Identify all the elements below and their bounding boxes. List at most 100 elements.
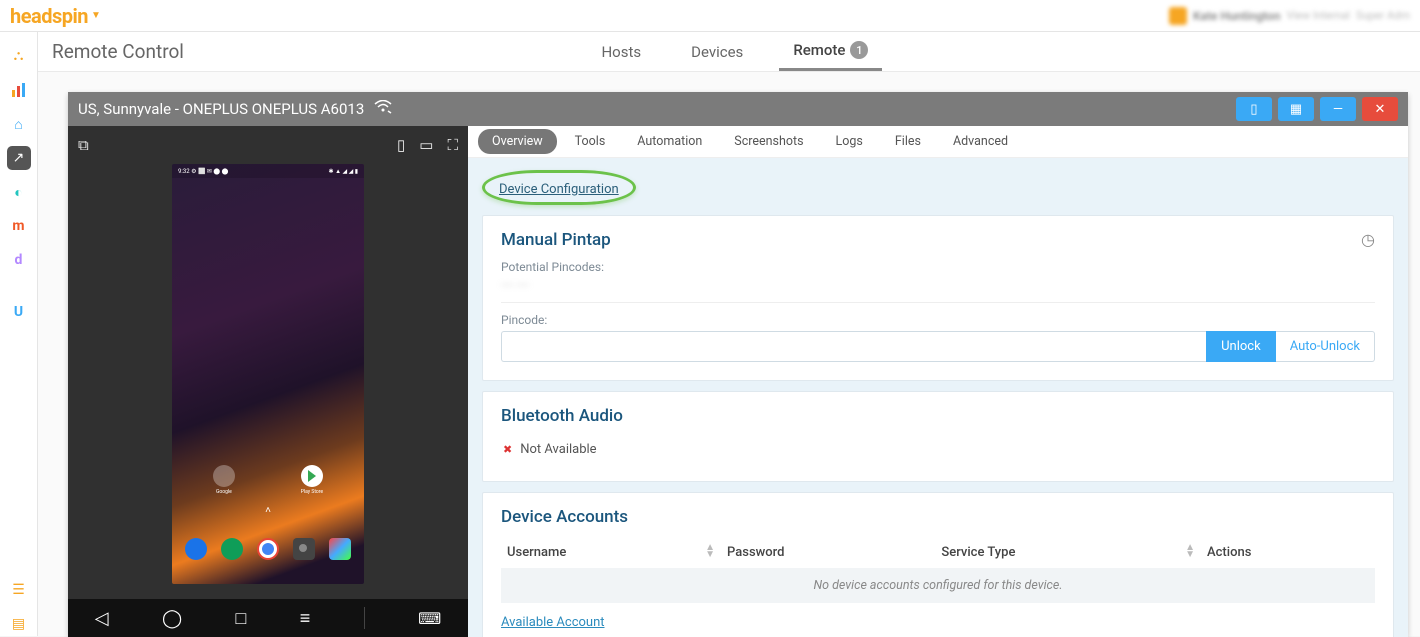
bluetooth-status: Not Available <box>520 442 596 457</box>
available-account-link[interactable]: Available Account <box>501 615 605 630</box>
manual-pintap-card: ◷ Manual Pintap Potential Pincodes: ····… <box>482 215 1394 381</box>
nav-chart-icon[interactable] <box>7 78 31 102</box>
tab-remote-label: Remote <box>793 41 845 59</box>
phone-dock <box>172 538 364 560</box>
app-playstore[interactable]: Play Store <box>301 465 323 499</box>
dock-chrome-icon[interactable] <box>257 538 279 560</box>
sort-icon: ▲▼ <box>705 544 715 558</box>
tab-hosts[interactable]: Hosts <box>587 32 655 71</box>
dock-camera-icon[interactable] <box>293 538 315 560</box>
app-playstore-label: Play Store <box>301 489 323 495</box>
close-button[interactable]: ✕ <box>1362 97 1398 121</box>
device-titlebar: US, Sunnyvale - ONEPLUS ONEPLUS A6013 ▯ … <box>68 92 1408 126</box>
tab-devices[interactable]: Devices <box>677 32 757 71</box>
nav-recents-icon[interactable]: □ <box>236 608 247 629</box>
nav-m-icon[interactable]: m <box>7 214 31 238</box>
divider <box>501 302 1375 303</box>
orientation-portrait-icon[interactable]: ▯ <box>397 136 405 154</box>
app-drawer-caret-icon[interactable]: ˄ <box>172 505 364 516</box>
sub-header: Remote Control Hosts Devices Remote 1 <box>38 32 1420 72</box>
ptab-logs[interactable]: Logs <box>822 129 877 154</box>
rotate-portrait-button[interactable]: ▯ <box>1236 97 1272 121</box>
nav-home-icon[interactable]: ⌂ <box>7 112 31 136</box>
app-google[interactable]: Google <box>213 465 235 499</box>
remote-count-badge: 1 <box>850 41 868 59</box>
ptab-overview[interactable]: Overview <box>478 129 557 154</box>
keyboard-icon[interactable]: ⌨ <box>418 609 441 628</box>
status-left-icons: ⚙ ⬜ ✉ ⬤ ⬤ <box>191 168 228 175</box>
minimize-button[interactable]: — <box>1320 97 1356 121</box>
pincode-input[interactable] <box>501 331 1206 362</box>
nav-org-icon[interactable]: ⛬ <box>7 44 31 68</box>
nav-p-icon[interactable]: ◐ <box>7 180 31 204</box>
device-config-highlight: Device Configuration <box>482 170 636 205</box>
bluetooth-disabled-icon: ✖ <box>503 443 512 456</box>
brand-menu-caret[interactable]: ▼ <box>91 10 101 21</box>
status-time: 9:32 <box>178 168 190 175</box>
dock-phone-icon[interactable] <box>185 538 207 560</box>
potential-pincodes-label: Potential Pincodes: <box>501 260 1375 274</box>
wifi-icon <box>374 100 392 118</box>
user-name: Kate Huntington <box>1193 9 1280 23</box>
nav-doc-icon[interactable]: ▤ <box>7 612 31 636</box>
user-avatar-icon <box>1169 7 1187 25</box>
info-panel: Overview Tools Automation Screenshots Lo… <box>468 126 1408 637</box>
user-menu[interactable]: Kate Huntington View Internal Super Adm <box>1169 7 1410 25</box>
device-accounts-card: Device Accounts Username▲▼ Password Serv… <box>482 492 1394 637</box>
nav-menu-icon[interactable]: ≡ <box>300 608 311 629</box>
user-extra-1: View Internal <box>1286 9 1349 22</box>
fullscreen-icon[interactable]: ⛶ <box>447 136 458 154</box>
tab-remote[interactable]: Remote 1 <box>779 32 882 71</box>
user-extra-2: Super Adm <box>1356 9 1410 22</box>
dock-gallery-icon[interactable] <box>329 538 351 560</box>
nav-d-icon[interactable]: d <box>7 248 31 272</box>
orientation-landscape-icon[interactable]: ▭ <box>419 136 433 154</box>
status-right-icons: ✱ ▲ ◢ ◢ ▮ <box>329 168 358 175</box>
ptab-automation[interactable]: Automation <box>623 129 716 154</box>
accounts-table: Username▲▼ Password Service Type▲▼ Actio… <box>501 537 1375 603</box>
ptab-tools[interactable]: Tools <box>561 129 620 154</box>
viewer-toolbar: ⧉ ▯ ▭ ⛶ <box>68 126 468 164</box>
nav-back-icon[interactable]: ◁ <box>95 608 109 629</box>
brand-logo[interactable]: headspin <box>10 4 88 28</box>
screenshot-button[interactable]: ▦ <box>1278 97 1314 121</box>
unlock-button[interactable]: Unlock <box>1206 331 1276 362</box>
phone-status-bar: 9:32 ⚙ ⬜ ✉ ⬤ ⬤ ✱ ▲ ◢ ◢ ▮ <box>172 164 364 178</box>
bluetooth-heading: Bluetooth Audio <box>501 406 1375 426</box>
top-header: headspin ▼ Kate Huntington View Internal… <box>0 0 1420 32</box>
device-title: US, Sunnyvale - ONEPLUS ONEPLUS A6013 <box>78 100 364 118</box>
nav-path-icon[interactable]: ↗ <box>7 146 31 170</box>
pincode-label: Pincode: <box>501 313 1375 327</box>
sort-icon: ▲▼ <box>1185 544 1195 558</box>
accounts-empty-row: No device accounts configured for this d… <box>501 568 1375 603</box>
top-tabs: Hosts Devices Remote 1 <box>587 32 882 71</box>
nav-u-icon[interactable]: U <box>7 300 31 324</box>
device-viewer: ⧉ ▯ ▭ ⛶ 9:32 ⚙ ⬜ ✉ ⬤ ⬤ ✱ ▲ ◢ ◢ ▮ <box>68 126 468 637</box>
nav-home-button-icon[interactable]: ◯ <box>162 608 182 629</box>
auto-unlock-button[interactable]: Auto-Unlock <box>1276 331 1375 362</box>
dock-messages-icon[interactable] <box>221 538 243 560</box>
ptab-screenshots[interactable]: Screenshots <box>720 129 817 154</box>
device-configuration-link[interactable]: Device Configuration <box>499 182 619 197</box>
device-window: US, Sunnyvale - ONEPLUS ONEPLUS A6013 ▯ … <box>68 92 1408 637</box>
device-swap-icon[interactable]: ⧉ <box>78 136 89 154</box>
col-username[interactable]: Username▲▼ <box>501 537 721 568</box>
phone-screen[interactable]: 9:32 ⚙ ⬜ ✉ ⬤ ⬤ ✱ ▲ ◢ ◢ ▮ Google Play Sto… <box>172 164 364 584</box>
app-google-label: Google <box>216 489 232 495</box>
history-icon[interactable]: ◷ <box>1361 230 1375 249</box>
nav-separator <box>364 607 365 629</box>
page-title: Remote Control <box>52 40 184 63</box>
nav-list-icon[interactable]: ☰ <box>7 578 31 602</box>
ptab-files[interactable]: Files <box>881 129 935 154</box>
android-nav-bar: ◁ ◯ □ ≡ ⌨ <box>68 599 468 637</box>
accounts-heading: Device Accounts <box>501 507 1375 527</box>
bluetooth-card: Bluetooth Audio ✖ Not Available <box>482 391 1394 482</box>
col-actions: Actions <box>1201 537 1375 568</box>
col-service[interactable]: Service Type▲▼ <box>935 537 1201 568</box>
col-password[interactable]: Password <box>721 537 935 568</box>
left-nav-rail: ⛬ ⌂ ↗ ◐ m d U ☰ ▤ <box>0 32 38 636</box>
potential-pincodes-values: ···· ···· <box>501 278 1375 292</box>
pintap-heading: Manual Pintap <box>501 230 1375 250</box>
panel-tabs: Overview Tools Automation Screenshots Lo… <box>468 126 1408 158</box>
ptab-advanced[interactable]: Advanced <box>939 129 1022 154</box>
